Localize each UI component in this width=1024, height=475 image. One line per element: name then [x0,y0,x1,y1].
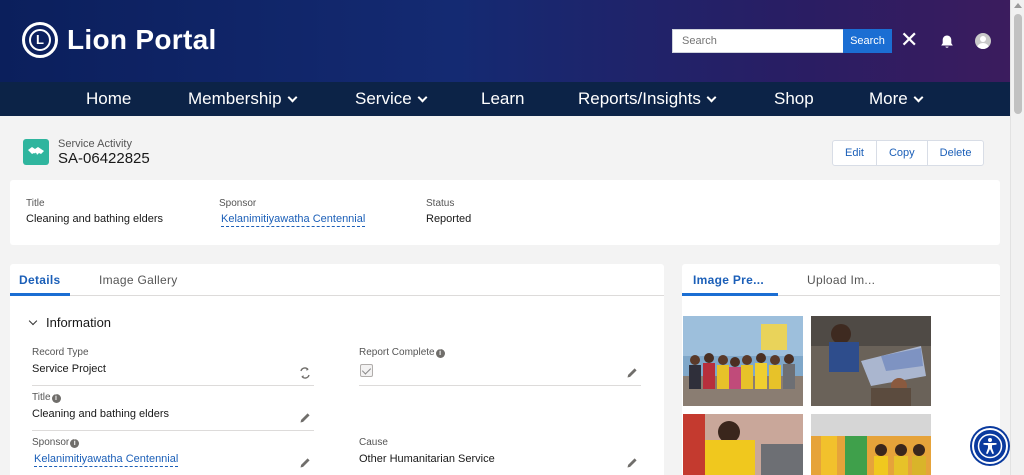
field-divider [32,430,314,431]
nav-membership-label: Membership [188,89,282,108]
nav-more-label: More [869,89,908,108]
delete-button[interactable]: Delete [928,141,984,165]
close-icon[interactable]: ✕ [900,28,918,52]
page-scrollbar[interactable] [1010,0,1024,475]
nav-shop[interactable]: Shop [774,89,814,109]
sponsor-field-value[interactable]: Kelanimitiyawatha Centennial [34,453,179,467]
bell-icon[interactable] [939,34,955,50]
tab-image-preview[interactable]: Image Pre... [693,273,764,287]
info-icon[interactable]: i [70,439,80,448]
report-complete-checkbox [360,364,373,377]
nav-more[interactable]: More [869,89,924,109]
chevron-down-icon [287,92,297,103]
active-tab-indicator [10,293,70,296]
field-divider [32,385,314,386]
chevron-down-icon [706,92,717,103]
accessibility-icon[interactable] [972,428,1008,464]
sponsor-field-link[interactable]: Kelanimitiyawatha Centennial [34,453,179,467]
tab-image-gallery[interactable]: Image Gallery [99,273,178,287]
edit-cause-pencil-icon[interactable] [626,457,638,469]
nav-reports-label: Reports/Insights [578,89,701,108]
info-icon[interactable]: i [435,349,445,358]
summary-title-value: Cleaning and bathing elders [26,213,163,225]
search-button[interactable]: Search [843,29,892,53]
nav-shop-label: Shop [774,89,814,108]
details-card: Details Image Gallery Information Record… [10,264,664,475]
nav-learn-label: Learn [481,89,525,108]
title-field-label: Title i [32,392,61,403]
section-information[interactable]: Information [28,315,112,330]
record-type-field-label: Record Type [32,347,89,358]
scroll-thumb[interactable] [1014,14,1022,114]
title-field-value: Cleaning and bathing elders [32,408,169,420]
title-label-text: Title [32,392,51,403]
record-number: SA-06422825 [58,150,150,167]
tab-upload-image[interactable]: Upload Im... [807,273,875,287]
record-type-label: Service Activity [58,138,132,150]
record-actions: Edit Copy Delete [832,140,985,166]
activity-photo[interactable] [683,414,803,475]
info-icon[interactable]: i [51,394,61,403]
active-tab-indicator [682,293,778,296]
edit-sponsor-pencil-icon[interactable] [299,457,311,469]
details-tabs: Details Image Gallery [10,264,664,296]
sponsor-field-label: Sponsor i [32,437,80,448]
nav-home[interactable]: Home [86,89,131,109]
summary-sponsor-value[interactable]: Kelanimitiyawatha Centennial [221,213,366,227]
search-input[interactable] [672,29,844,53]
summary-status-label: Status [426,198,455,209]
tab-details[interactable]: Details [19,273,60,287]
handshake-icon [23,139,49,165]
change-record-type-icon[interactable] [299,367,311,379]
nav-membership[interactable]: Membership [188,89,297,109]
field-divider [359,385,641,386]
nav-learn[interactable]: Learn [481,89,524,109]
sponsor-label-text: Sponsor [32,437,70,448]
record-summary: Title Cleaning and bathing elders Sponso… [10,180,1000,245]
section-information-label: Information [46,315,112,330]
report-complete-label-text: Report Complete [359,347,435,358]
copy-button[interactable]: Copy [877,141,928,165]
cause-field-value: Other Humanitarian Service [359,453,495,465]
summary-title-label: Title [26,198,45,209]
activity-photo[interactable] [683,316,803,406]
activity-photo[interactable] [811,414,931,475]
edit-button[interactable]: Edit [833,141,877,165]
chevron-down-icon [28,316,38,326]
brand-title[interactable]: Lion Portal [67,24,217,56]
user-avatar[interactable] [975,33,991,49]
image-card: Image Pre... Upload Im... [682,264,1000,475]
summary-status-value: Reported [426,213,472,225]
chevron-down-icon [913,92,924,103]
nav-service-label: Service [355,89,412,108]
scroll-up-arrow-icon[interactable] [1014,3,1022,8]
lions-logo-icon[interactable]: L [22,22,58,58]
chevron-down-icon [417,92,428,103]
edit-title-pencil-icon[interactable] [299,412,311,424]
record-type-field-value: Service Project [32,363,106,375]
activity-photo[interactable] [811,316,931,406]
edit-report-complete-pencil-icon[interactable] [626,367,638,379]
report-complete-field-label: Report Complete i [359,347,445,358]
summary-sponsor-link[interactable]: Kelanimitiyawatha Centennial [221,213,366,227]
main-nav: Home Membership Service Learn Reports/In… [0,82,1010,116]
cause-field-label: Cause [359,437,388,448]
nav-home-label: Home [86,89,132,108]
nav-reports-insights[interactable]: Reports/Insights [578,89,717,109]
image-tabs: Image Pre... Upload Im... [682,264,1000,296]
top-header: L Lion Portal Search ✕ [0,0,1010,82]
nav-service[interactable]: Service [355,89,428,109]
summary-sponsor-label: Sponsor [219,198,257,209]
